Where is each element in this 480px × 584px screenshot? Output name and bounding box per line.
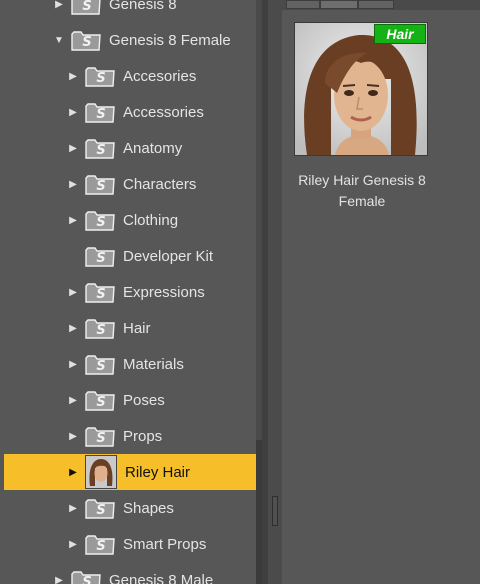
tree-item-label: Smart Props — [123, 535, 207, 553]
svg-text:S: S — [82, 0, 91, 14]
folder-icon: S — [85, 427, 115, 447]
tree-item-riley-hair[interactable]: ▶ Riley Hair — [4, 454, 256, 490]
svg-text:S: S — [96, 395, 105, 410]
tree-item-genesis-8-female[interactable]: ▼ S Genesis 8 Female — [0, 22, 256, 58]
expand-arrow-icon[interactable]: ▶ — [67, 106, 79, 118]
tree-item-poses[interactable]: ▶ S Poses — [0, 382, 256, 418]
svg-text:S: S — [96, 143, 105, 158]
tree-item-shapes[interactable]: ▶ S Shapes — [0, 490, 256, 526]
tree-item-accesories[interactable]: ▶ S Accesories — [0, 58, 256, 94]
tree-item-materials[interactable]: ▶ S Materials — [0, 346, 256, 382]
svg-text:S: S — [82, 35, 91, 50]
product-thumbnail[interactable]: Hair — [294, 22, 428, 156]
tree-item-label: Props — [123, 427, 163, 445]
svg-text:S: S — [96, 71, 105, 86]
folder-icon: S — [71, 571, 101, 584]
svg-text:S: S — [96, 539, 105, 554]
splitter-grip-handle[interactable] — [272, 496, 278, 526]
tree-item-label: Accesories — [123, 67, 197, 85]
folder-icon: S — [85, 319, 115, 339]
view-tab[interactable] — [358, 0, 394, 9]
svg-text:S: S — [96, 431, 105, 446]
tree-item-label: Developer Kit — [123, 247, 214, 265]
product-name-label: Riley Hair Genesis 8 Female — [298, 172, 426, 209]
expand-arrow-icon[interactable]: ▶ — [67, 70, 79, 82]
view-tab-bar — [282, 0, 480, 10]
expand-arrow-icon[interactable]: ▶ — [67, 394, 79, 406]
expand-arrow-icon[interactable]: ▶ — [67, 142, 79, 154]
category-badge: Hair — [374, 24, 426, 44]
folder-icon: S — [85, 535, 115, 555]
expand-arrow-icon[interactable]: ▶ — [67, 322, 79, 334]
folder-icon: S — [85, 283, 115, 303]
tree-item-label: Riley Hair — [125, 463, 191, 481]
svg-text:S: S — [96, 503, 105, 518]
tree-item-anatomy[interactable]: ▶ S Anatomy — [0, 130, 256, 166]
tree-item-smart-props[interactable]: ▶ S Smart Props — [0, 526, 256, 562]
tree-item-label: Clothing — [123, 211, 179, 229]
expand-arrow-icon[interactable]: ▶ — [67, 538, 79, 550]
folder-icon: S — [85, 247, 115, 267]
folder-icon: S — [71, 31, 101, 51]
view-tab[interactable] — [320, 0, 358, 9]
tree-item-label: Materials — [123, 355, 184, 373]
svg-text:S: S — [82, 575, 91, 584]
content-view: Hair Riley Hair Genesis 8 Female — [282, 0, 480, 584]
folder-icon: S — [85, 175, 115, 195]
tree-item-genesis-8[interactable]: ▶ S Genesis 8 — [0, 0, 256, 22]
folder-icon: S — [85, 139, 115, 159]
tree-item-clothing[interactable]: ▶ S Clothing — [0, 202, 256, 238]
expand-arrow-icon[interactable]: ▶ — [53, 0, 65, 10]
expand-arrow-icon[interactable]: ▶ — [67, 358, 79, 370]
tree-item-label: Hair — [123, 319, 151, 337]
tree-item-label: Shapes — [123, 499, 174, 517]
tree-item-accessories[interactable]: ▶ S Accessories — [0, 94, 256, 130]
folder-icon: S — [85, 355, 115, 375]
folder-icon: S — [85, 103, 115, 123]
tree-item-props[interactable]: ▶ S Props — [0, 418, 256, 454]
tree-item-developer-kit[interactable]: ▶ S Developer Kit — [0, 238, 256, 274]
folder-icon: S — [71, 0, 101, 15]
tree-item-label: Expressions — [123, 283, 205, 301]
expand-arrow-icon[interactable]: ▶ — [53, 574, 65, 584]
tree-item-label: Genesis 8 Female — [109, 31, 231, 49]
expand-arrow-icon[interactable]: ▶ — [67, 430, 79, 442]
content-library-tree: ▶ S Genesis 8 ▼ S Genesis 8 Female ▶ S A… — [0, 0, 256, 584]
svg-text:S: S — [96, 287, 105, 302]
expand-arrow-icon[interactable]: ▶ — [67, 178, 79, 190]
tree-item-expressions[interactable]: ▶ S Expressions — [0, 274, 256, 310]
collapse-arrow-icon[interactable]: ▼ — [53, 34, 65, 46]
tree-item-label: Genesis 8 Male — [109, 571, 214, 584]
tree-item-label: Genesis 8 — [109, 0, 177, 13]
tree-item-genesis-8-male[interactable]: ▶ S Genesis 8 Male — [0, 562, 256, 584]
svg-text:S: S — [96, 215, 105, 230]
svg-text:S: S — [96, 251, 105, 266]
expand-arrow-icon[interactable]: ▶ — [67, 286, 79, 298]
folder-icon: S — [85, 67, 115, 87]
expand-arrow-icon[interactable]: ▶ — [67, 214, 79, 226]
expand-arrow-icon[interactable]: ▶ — [67, 466, 79, 478]
tree-item-label: Accessories — [123, 103, 204, 121]
folder-icon: S — [85, 391, 115, 411]
tree-item-hair[interactable]: ▶ S Hair — [0, 310, 256, 346]
tree-item-label: Poses — [123, 391, 165, 409]
svg-text:S: S — [96, 323, 105, 338]
folder-icon: S — [85, 211, 115, 231]
product-thumbnail-icon — [85, 455, 117, 489]
tree-item-label: Anatomy — [123, 139, 183, 157]
svg-text:S: S — [96, 179, 105, 194]
view-tab[interactable] — [286, 0, 320, 9]
svg-text:S: S — [96, 359, 105, 374]
tree-item-label: Characters — [123, 175, 197, 193]
tree-item-characters[interactable]: ▶ S Characters — [0, 166, 256, 202]
expand-arrow-icon[interactable]: ▶ — [67, 502, 79, 514]
folder-icon: S — [85, 499, 115, 519]
svg-text:S: S — [96, 107, 105, 122]
